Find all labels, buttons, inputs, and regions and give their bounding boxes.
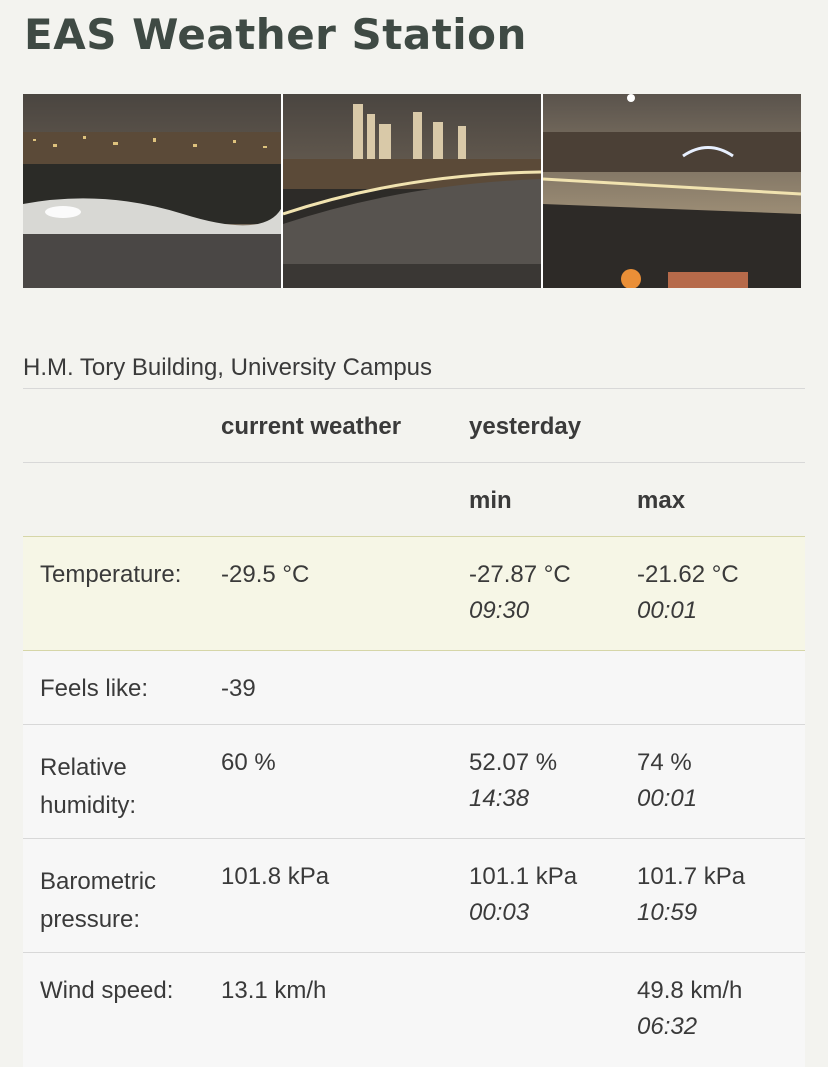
- row-label: Relative humidity:: [23, 724, 221, 839]
- max-cell: -21.62 °C 00:01: [637, 537, 805, 651]
- min-cell: -27.87 °C 09:30: [469, 537, 637, 651]
- webcam-image-1[interactable]: [23, 94, 281, 288]
- max-value: -21.62 °C: [637, 561, 739, 588]
- current-value: 60 %: [221, 724, 469, 839]
- page-title: EAS Weather Station: [24, 10, 527, 59]
- header-label: [23, 389, 221, 463]
- min-time: 00:03: [469, 899, 530, 926]
- row-label: Barometric pressure:: [23, 838, 221, 953]
- row-label: Temperature:: [40, 561, 182, 588]
- max-value: 74 %: [637, 749, 692, 776]
- min-value: -27.87 °C: [469, 561, 571, 588]
- table-row-wind-speed: Wind speed: 13.1 km/h 49.8 km/h 06:32: [23, 952, 805, 1067]
- table-subheader-row: min max: [23, 462, 805, 537]
- table-row-temperature: Temperature: -29.5 °C -27.87 °C 09:30 -2…: [23, 536, 805, 651]
- header-max: max: [637, 487, 686, 514]
- min-value: 101.1 kPa: [469, 863, 578, 890]
- min-cell: 52.07 % 14:38: [469, 724, 637, 839]
- current-value: 101.8 kPa: [221, 838, 469, 953]
- header-min: min: [469, 487, 512, 514]
- max-cell: 101.7 kPa 10:59: [637, 838, 805, 953]
- current-value: 13.1 km/h: [221, 952, 469, 1067]
- webcam-panorama[interactable]: [23, 94, 801, 288]
- table-row-humidity: Relative humidity: 60 % 52.07 % 14:38 74…: [23, 724, 805, 839]
- webcam-image-2[interactable]: [283, 94, 541, 288]
- table-row-pressure: Barometric pressure: 101.8 kPa 101.1 kPa…: [23, 838, 805, 953]
- min-value: 52.07 %: [469, 749, 558, 776]
- table-row-feels-like: Feels like: -39: [23, 650, 805, 725]
- max-time: 06:32: [637, 1013, 698, 1040]
- header-current-weather: current weather: [221, 413, 402, 440]
- max-time: 00:01: [637, 785, 698, 812]
- max-time: 00:01: [637, 597, 698, 624]
- max-value: 49.8 km/h: [637, 977, 743, 1004]
- row-label: Feels like:: [23, 650, 221, 725]
- current-value: -39: [221, 650, 469, 725]
- header-yesterday: yesterday: [469, 413, 582, 440]
- station-location: H.M. Tory Building, University Campus: [23, 354, 433, 381]
- min-time: 09:30: [469, 597, 530, 624]
- max-cell: 74 % 00:01: [637, 724, 805, 839]
- min-cell: [469, 952, 637, 1067]
- current-value: -29.5 °C: [221, 561, 310, 588]
- max-cell: 49.8 km/h 06:32: [637, 952, 805, 1067]
- min-cell: [469, 650, 637, 725]
- min-time: 14:38: [469, 785, 530, 812]
- min-cell: 101.1 kPa 00:03: [469, 838, 637, 953]
- max-cell: [637, 650, 805, 725]
- max-time: 10:59: [637, 899, 698, 926]
- max-value: 101.7 kPa: [637, 863, 746, 890]
- row-label: Wind speed:: [23, 952, 221, 1067]
- table-header-row: current weather yesterday: [23, 388, 805, 463]
- webcam-image-3[interactable]: [543, 94, 801, 288]
- weather-table: current weather yesterday min max Temper…: [23, 388, 805, 1067]
